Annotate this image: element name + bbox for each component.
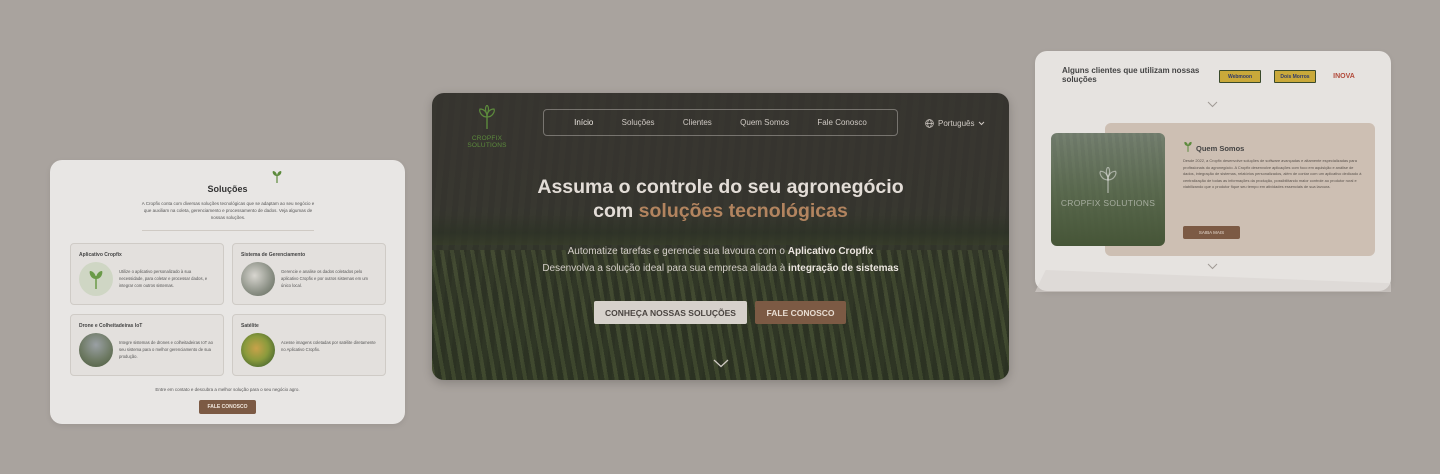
drone-photo [79,333,113,367]
client-logo-webmoon: Webmoon [1219,70,1261,83]
hero-subtitle-line-2: Desenvolva a solução ideal para sua empr… [432,260,1009,277]
about-title: Quem Somos [1196,144,1245,153]
learn-more-button[interactable]: SAIBA MAIS [1183,226,1240,239]
contact-button[interactable]: FALE CONOSCO [199,400,256,414]
solutions-description: A Cropfix conta com diversas soluções te… [141,201,315,220]
hero-sub-plain-1: Automatize tarefas e gerencie sua lavour… [567,246,788,257]
hero-sub-bold-1: Aplicativo Cropfix [787,246,874,257]
chevron-down-icon[interactable] [1207,263,1218,270]
solution-card-app[interactable]: Aplicativo Cropfix Utilize o aplicativo … [70,243,224,305]
leaf-icon [272,171,282,183]
scroll-down-chevron-icon[interactable] [713,359,729,368]
solution-text: Acesse imagens coletadas por satélite di… [281,340,376,352]
clients-about-card: Alguns clientes que utilizam nossas solu… [1035,51,1391,291]
solution-card-management[interactable]: Sistema de Gerenciamento Gerencie e anal… [232,243,386,305]
hero-subtitle-line-1: Automatize tarefas e gerencie sua lavour… [432,243,1009,260]
client-logo-inova: INOVA [1333,73,1355,80]
client-logo-dois-morros: Dois Morros [1274,70,1316,83]
logo-text: CROPFIX SOLUTIONS [467,135,507,149]
solution-name: Aplicativo Cropfix [79,252,122,258]
hero-title-accent: soluções tecnológicas [638,200,848,222]
solution-name: Drone e Colheitadeiras IoT [79,323,143,329]
sprout-icon [79,262,113,296]
cropfix-logo[interactable]: CROPFIX SOLUTIONS [456,104,518,149]
nav-item-solucoes[interactable]: Soluções [622,118,655,127]
about-text: Desde 2022, a Cropfix desenvolve soluçõe… [1183,158,1362,190]
solution-text: Integre sistemas de drones e colheitadei… [119,340,213,359]
chevron-down-icon [979,121,985,126]
solution-text: Gerencie e analise os dados coletados pe… [281,269,369,288]
solution-card-drone[interactable]: Drone e Colheitadeiras IoT Integre siste… [70,314,224,376]
solution-name: Sistema de Gerenciamento [241,252,306,258]
hero-section-card: CROPFIX SOLUTIONS Início Soluções Client… [432,93,1009,380]
globe-icon [925,119,934,128]
discover-solutions-button[interactable]: CONHEÇA NOSSAS SOLUÇÕES [594,301,747,324]
image-logo: CROPFIX SOLUTIONS [1051,166,1165,208]
hero-title-line-1: Assuma o controle do seu agronegócio [537,176,904,198]
image-logo-text: CROPFIX SOLUTIONS [1060,198,1156,208]
solutions-title: Soluções [207,184,248,194]
contact-us-button[interactable]: FALE CONOSCO [755,301,846,324]
solutions-section-card: Soluções A Cropfix conta com diversas so… [50,160,405,424]
divider [142,230,314,231]
leaf-icon [1184,141,1192,152]
satellite-map-photo [241,333,275,367]
leaf-logo-icon [1099,166,1117,193]
nav-item-inicio[interactable]: Início [574,118,593,127]
solution-name: Satélite [241,323,259,329]
hero-sub-plain-2: Desenvolva a solução ideal para sua empr… [542,263,789,274]
hero-title-line-2: com soluções tecnológicas [432,199,1009,223]
tablet-photo [241,262,275,296]
chevron-down-icon[interactable] [1207,101,1218,108]
leaf-logo-icon [479,104,495,129]
solution-card-satellite[interactable]: Satélite Acesse imagens coletadas por sa… [232,314,386,376]
hero-sub-bold-2: integração de sistemas [788,263,899,274]
hero-title: Assuma o controle do seu agronegócio com… [432,175,1009,223]
nav-item-clientes[interactable]: Clientes [683,118,712,127]
nav-item-fale-conosco[interactable]: Fale Conosco [817,118,866,127]
solution-text: Utilize o aplicativo personalizado à sua… [119,269,208,288]
language-label: Português [938,119,975,128]
nav-item-quem-somos[interactable]: Quem Somos [740,118,789,127]
hero-subtitle: Automatize tarefas e gerencie sua lavour… [432,243,1009,277]
contact-cta-text: Entre em contato e descubra a melhor sol… [155,387,300,392]
language-selector[interactable]: Português [925,119,985,128]
hero-title-plain: com [593,200,639,222]
about-field-photo: CROPFIX SOLUTIONS [1051,133,1165,246]
main-navbar: Início Soluções Clientes Quem Somos Fale… [543,109,898,136]
clients-title: Alguns clientes que utilizam nossas solu… [1062,66,1200,84]
